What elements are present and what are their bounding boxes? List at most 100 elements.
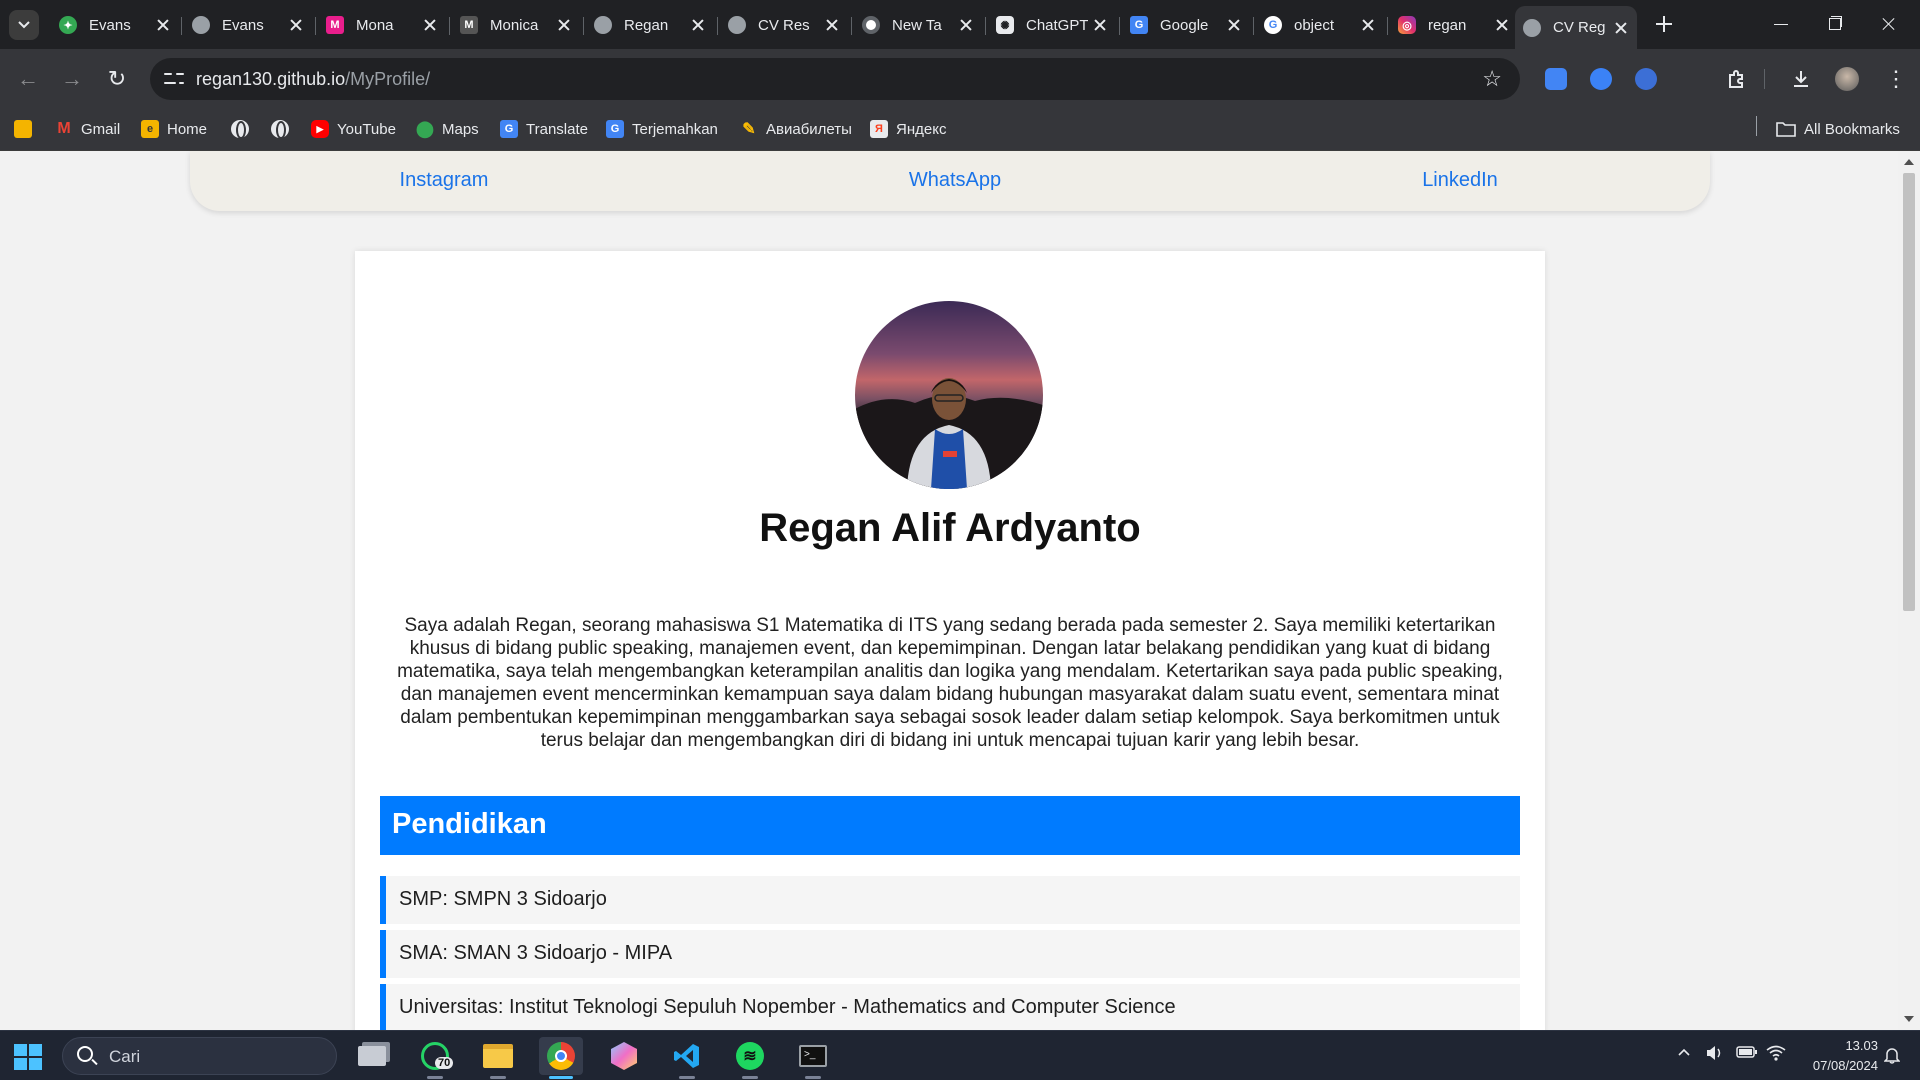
extensions-puzzle-icon[interactable] <box>1721 63 1753 95</box>
cube-app-icon[interactable] <box>602 1037 646 1075</box>
clock-time: 13.03 <box>1845 1038 1878 1053</box>
forward-arrow-icon[interactable]: → <box>56 63 88 95</box>
tab-4[interactable]: Regan <box>586 8 714 42</box>
close-tab-icon[interactable] <box>1092 17 1108 33</box>
tab-3[interactable]: M Monica <box>452 8 580 42</box>
whatsapp-badge: 70 <box>435 1057 454 1069</box>
terminal-icon[interactable]: >_ <box>791 1037 835 1079</box>
globe-favicon-icon <box>1523 18 1541 37</box>
menu-kebab-icon[interactable]: ⋮ <box>1880 63 1912 95</box>
tab-1[interactable]: Evans <box>184 8 312 42</box>
extension-icon[interactable] <box>1590 68 1612 90</box>
tab-title: Evans <box>222 16 264 34</box>
reload-icon[interactable]: ↻ <box>101 63 133 95</box>
tab-2[interactable]: M Mona <box>318 8 446 42</box>
minimize-icon[interactable] <box>1761 10 1801 38</box>
windows-start-icon[interactable] <box>14 1044 42 1070</box>
taskbar-clock[interactable]: 13.03 07/08/2024 <box>1793 1036 1878 1076</box>
google-translate-favicon-icon: G <box>1130 16 1148 34</box>
gmail-icon: M <box>55 120 73 138</box>
url-text[interactable]: regan130.github.io/MyProfile/ <box>196 69 430 90</box>
tab-5[interactable]: CV Res <box>720 8 848 42</box>
bookmark-label: Яндекс <box>896 120 947 138</box>
tab-8[interactable]: G Google <box>1122 8 1250 42</box>
close-tab-icon[interactable] <box>288 17 304 33</box>
bookmark-terjemahkan[interactable]: G Terjemahkan <box>606 116 718 142</box>
bookmark-home[interactable]: e Home <box>141 116 207 142</box>
taskbar-search[interactable]: Cari <box>62 1037 337 1075</box>
all-bookmarks-button[interactable]: All Bookmarks <box>1776 116 1900 142</box>
back-arrow-icon[interactable]: ← <box>12 63 44 95</box>
scroll-thumb[interactable] <box>1903 173 1915 611</box>
tray-chevron-up-icon[interactable] <box>1678 1045 1690 1062</box>
close-tab-icon[interactable] <box>690 17 706 33</box>
volume-icon[interactable] <box>1705 1045 1723 1065</box>
address-bar[interactable]: regan130.github.io/MyProfile/ ☆ <box>150 58 1520 100</box>
bookmark-aviabilety[interactable]: ✎ Авиабилеты <box>740 116 852 142</box>
home-icon: e <box>141 120 159 138</box>
instagram-link[interactable]: Instagram <box>400 169 489 192</box>
restore-icon[interactable] <box>1815 10 1855 38</box>
linkedin-link[interactable]: LinkedIn <box>1422 169 1498 192</box>
scroll-up-icon[interactable] <box>1904 159 1914 165</box>
battery-icon[interactable] <box>1736 1045 1758 1063</box>
google-favicon-icon: G <box>1264 16 1282 34</box>
wifi-icon[interactable] <box>1766 1045 1786 1065</box>
tab-title: ChatGPT <box>1026 16 1088 34</box>
tab-10[interactable]: ◎ regan <box>1390 8 1518 42</box>
profile-bio: Saya adalah Regan, seorang mahasiswa S1 … <box>397 615 1503 751</box>
scroll-down-icon[interactable] <box>1904 1016 1914 1022</box>
all-bookmarks-label: All Bookmarks <box>1804 120 1900 138</box>
site-info-icon[interactable] <box>164 69 184 89</box>
whatsapp-link[interactable]: WhatsApp <box>909 169 1001 192</box>
task-view-icon[interactable] <box>350 1037 394 1075</box>
close-tab-icon[interactable] <box>1494 17 1510 33</box>
browser-toolbar: ← → ↻ regan130.github.io/MyProfile/ ☆ ⋮ <box>0 49 1920 108</box>
page-scrollbar[interactable] <box>1898 151 1920 1030</box>
education-item-smp: SMP: SMPN 3 Sidoarjo <box>380 876 1520 924</box>
tab-11-active[interactable]: CV Reg <box>1515 6 1637 49</box>
google-translate-extension-icon[interactable] <box>1545 68 1567 90</box>
tab-title: Evans <box>89 16 131 34</box>
instagram-favicon-icon: ◎ <box>1398 16 1416 34</box>
vscode-icon[interactable] <box>665 1037 709 1079</box>
tab-9[interactable]: G object <box>1256 8 1384 42</box>
translate-icon: G <box>606 120 624 138</box>
close-tab-icon[interactable] <box>1613 20 1629 36</box>
bookmark-classroom[interactable] <box>14 116 40 142</box>
close-window-icon[interactable] <box>1869 10 1909 38</box>
tab-title: regan <box>1428 16 1467 34</box>
bookmark-star-icon[interactable]: ☆ <box>1482 66 1502 92</box>
chrome-taskbar-icon[interactable] <box>539 1037 583 1079</box>
download-icon[interactable] <box>1785 63 1817 95</box>
close-tab-icon[interactable] <box>155 17 171 33</box>
globe-icon <box>231 120 249 139</box>
whatsapp-taskbar-icon[interactable]: 70 <box>413 1037 457 1079</box>
close-tab-icon[interactable] <box>824 17 840 33</box>
bookmark-gmail[interactable]: M Gmail <box>55 116 120 142</box>
bookmark-globe-1[interactable] <box>231 116 257 142</box>
spotify-icon[interactable]: ≋ <box>728 1037 772 1079</box>
cursor-extension-icon[interactable] <box>1635 68 1657 90</box>
tab-search-button[interactable] <box>9 10 39 40</box>
close-tab-icon[interactable] <box>1360 17 1376 33</box>
bookmark-yandex[interactable]: Я Яндекс <box>870 116 946 142</box>
bookmark-globe-2[interactable] <box>271 116 297 142</box>
bookmark-maps[interactable]: ⬤ Maps <box>416 116 479 142</box>
bookmark-translate[interactable]: G Translate <box>500 116 588 142</box>
new-tab-icon[interactable] <box>1650 10 1678 38</box>
tab-6[interactable]: New Ta <box>854 8 982 42</box>
bookmark-youtube[interactable]: ▶ YouTube <box>311 116 396 142</box>
education-item-university: Universitas: Institut Teknologi Sepuluh … <box>380 984 1520 1030</box>
close-tab-icon[interactable] <box>958 17 974 33</box>
profile-avatar[interactable] <box>1831 63 1863 95</box>
close-tab-icon[interactable] <box>556 17 572 33</box>
tab-title: Regan <box>624 16 669 34</box>
tab-title: Google <box>1160 16 1209 34</box>
tab-0[interactable]: ✦ Evans <box>51 8 179 42</box>
close-tab-icon[interactable] <box>1226 17 1242 33</box>
close-tab-icon[interactable] <box>422 17 438 33</box>
file-explorer-icon[interactable] <box>476 1037 520 1079</box>
tab-7[interactable]: ✺ ChatGPT <box>988 8 1116 42</box>
notification-bell-icon[interactable] <box>1883 1046 1901 1069</box>
